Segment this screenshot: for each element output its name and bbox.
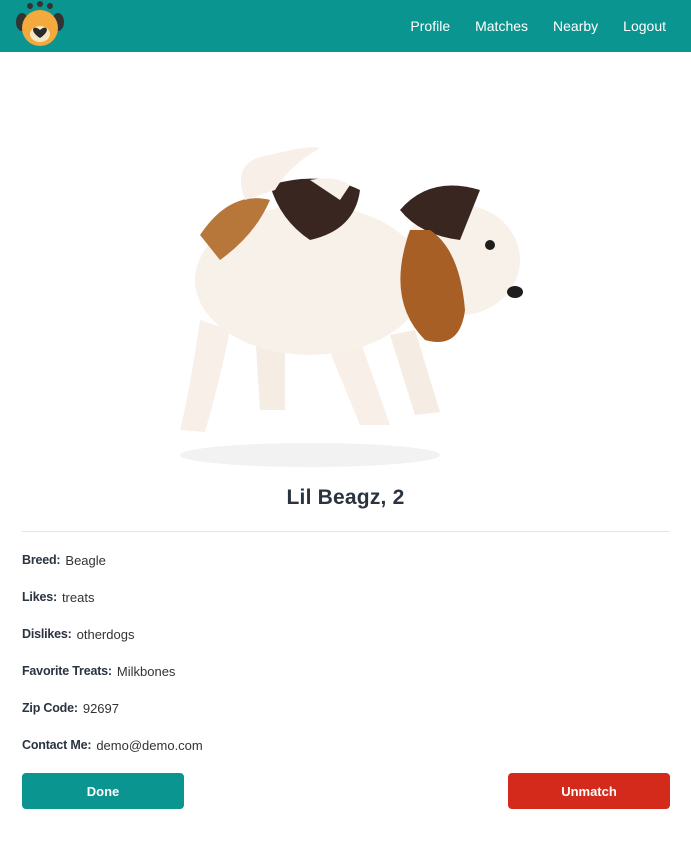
info-row-breed: Breed: Beagle — [22, 550, 106, 570]
unmatch-button[interactable]: Unmatch — [508, 773, 670, 809]
likes-label: Likes: — [22, 590, 57, 604]
breed-value: Beagle — [65, 552, 106, 568]
nav-matches-link[interactable]: Matches — [475, 18, 528, 34]
zip-code-value: 92697 — [82, 700, 119, 716]
section-divider — [22, 531, 670, 532]
info-row-dislikes: Dislikes: otherdogs — [22, 624, 134, 644]
dislikes-value: otherdogs — [76, 626, 135, 642]
info-row-contact: Contact Me: demo@demo.com — [22, 735, 203, 755]
info-row-favorite-treats: Favorite Treats: Milkbones — [22, 661, 175, 681]
dog-photo — [180, 147, 523, 467]
dislikes-label: Dislikes: — [22, 627, 72, 641]
favorite-treats-value: Milkbones — [116, 663, 176, 679]
likes-value: treats — [61, 589, 95, 605]
logo-icon[interactable] — [14, 0, 66, 50]
info-row-likes: Likes: treats — [22, 587, 94, 607]
top-navbar: Profile Matches Nearby Logout — [0, 0, 691, 52]
done-button[interactable]: Done — [22, 773, 184, 809]
contact-value: demo@demo.com — [96, 737, 203, 753]
nav-logout-link[interactable]: Logout — [623, 18, 666, 34]
nav-profile-link[interactable]: Profile — [410, 18, 450, 34]
dog-name-age-title: Lil Beagz, 2 — [286, 486, 405, 509]
breed-label: Breed: — [22, 553, 61, 567]
nav-nearby-link[interactable]: Nearby — [553, 18, 598, 34]
info-row-zip-code: Zip Code: 92697 — [22, 698, 119, 718]
favorite-treats-label: Favorite Treats: — [22, 664, 112, 678]
zip-code-label: Zip Code: — [22, 701, 78, 715]
nav-links: Profile Matches Nearby Logout — [410, 0, 691, 52]
contact-label: Contact Me: — [22, 738, 92, 752]
